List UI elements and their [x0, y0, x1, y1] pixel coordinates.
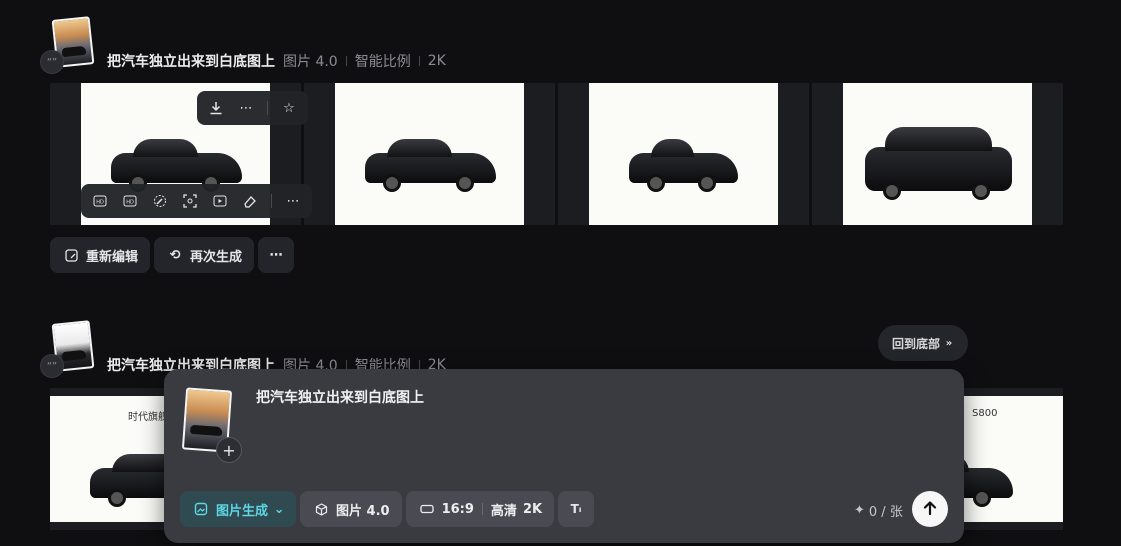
expand-icon[interactable]: HD	[91, 192, 109, 210]
mode-label: 图片生成	[216, 503, 269, 519]
cube-icon	[312, 500, 330, 518]
car-photo	[589, 83, 778, 225]
image-caption: 时代旗舰	[128, 412, 168, 423]
image-edit-toolbar: HD HD ⋯	[81, 184, 312, 218]
generation-model: 图片 4.0	[283, 54, 338, 70]
ratio-quality-selector[interactable]: 16:9 高清 2K	[405, 491, 555, 527]
sparkle-icon: ✦	[854, 503, 865, 518]
generation-prompt: 把汽车独立出来到白底图上	[107, 54, 275, 70]
scroll-to-bottom-button[interactable]: 回到底部 »	[878, 325, 969, 361]
download-icon[interactable]	[207, 99, 225, 117]
model-selector[interactable]: 图片 4.0	[300, 491, 402, 527]
eraser-icon[interactable]	[241, 192, 259, 210]
image-hover-toolbar: ⋯ ☆	[197, 91, 308, 125]
generation-ratio: 智能比例	[354, 54, 411, 70]
hd-icon[interactable]: HD	[121, 192, 139, 210]
generation-2-reference-thumb[interactable]: “”	[40, 320, 96, 378]
aspect-ratio-icon	[418, 500, 436, 518]
more-icon[interactable]: ⋯	[284, 192, 302, 210]
credit-counter: ✦ 0 / 张	[854, 501, 903, 520]
divider	[418, 56, 420, 66]
regenerate-button[interactable]: ⟲ 再次生成	[154, 237, 255, 273]
refresh-icon: ⟲	[169, 247, 181, 263]
text-style-button[interactable]: Tı	[558, 491, 595, 527]
star-icon[interactable]: ☆	[280, 99, 298, 117]
divider	[481, 503, 483, 515]
svg-text:HD: HD	[96, 200, 104, 206]
result-image-4[interactable]	[812, 83, 1063, 225]
more-actions-button[interactable]: ⋯	[258, 237, 295, 273]
more-icon: ⋯	[269, 247, 283, 263]
model-label: 图片 4.0	[336, 503, 390, 519]
more-icon[interactable]: ⋯	[237, 99, 255, 117]
result-image-3[interactable]	[558, 83, 809, 225]
prompt-composer: + 把汽车独立出来到白底图上 图片生成 ⌄ 图片 4.0 16:9 高清 2K …	[164, 369, 964, 543]
divider	[271, 194, 272, 208]
edit-icon	[62, 246, 80, 264]
resolution-label: 2K	[522, 501, 543, 517]
regenerate-label: 再次生成	[190, 249, 243, 265]
generation-1-reference-thumb[interactable]: “”	[40, 16, 96, 74]
ratio-label: 16:9	[441, 501, 474, 517]
inpaint-icon[interactable]	[151, 192, 169, 210]
quote-badge: “”	[40, 50, 64, 74]
mode-selector[interactable]: 图片生成 ⌄	[180, 491, 297, 527]
image-generate-icon	[192, 500, 210, 518]
add-reference-button[interactable]: +	[216, 437, 242, 463]
quote-badge: “”	[40, 354, 64, 378]
send-button[interactable]	[912, 491, 948, 527]
image-caption: S800	[972, 408, 998, 419]
credit-text: 0 / 张	[868, 505, 903, 520]
prompt-input[interactable]: 把汽车独立出来到白底图上	[256, 387, 424, 407]
result-image-2[interactable]	[304, 83, 555, 225]
generation-resolution: 2K	[427, 53, 446, 69]
generation-1-header: 把汽车独立出来到白底图上 图片 4.0 智能比例 2K	[107, 51, 446, 71]
chevron-down-icon: ⌄	[273, 501, 285, 517]
text-format-icon: Tı	[570, 502, 582, 516]
double-chevron-down-icon: »	[945, 337, 953, 349]
arrow-up-icon	[922, 497, 938, 521]
quality-label: 高清	[490, 503, 517, 519]
divider	[267, 101, 268, 115]
svg-text:HD: HD	[126, 200, 134, 206]
reedit-label: 重新编辑	[86, 249, 139, 265]
crop-focus-icon[interactable]	[181, 192, 199, 210]
reedit-button[interactable]: 重新编辑	[50, 237, 151, 273]
scroll-to-bottom-label: 回到底部	[892, 336, 941, 351]
video-icon[interactable]	[211, 192, 229, 210]
car-photo	[335, 83, 524, 225]
divider	[345, 56, 347, 66]
generation-1-actions: 重新编辑 ⟲ 再次生成 ⋯	[50, 237, 295, 273]
composer-toolbar: 图片生成 ⌄ 图片 4.0 16:9 高清 2K Tı	[180, 491, 595, 527]
car-photo	[843, 83, 1032, 225]
